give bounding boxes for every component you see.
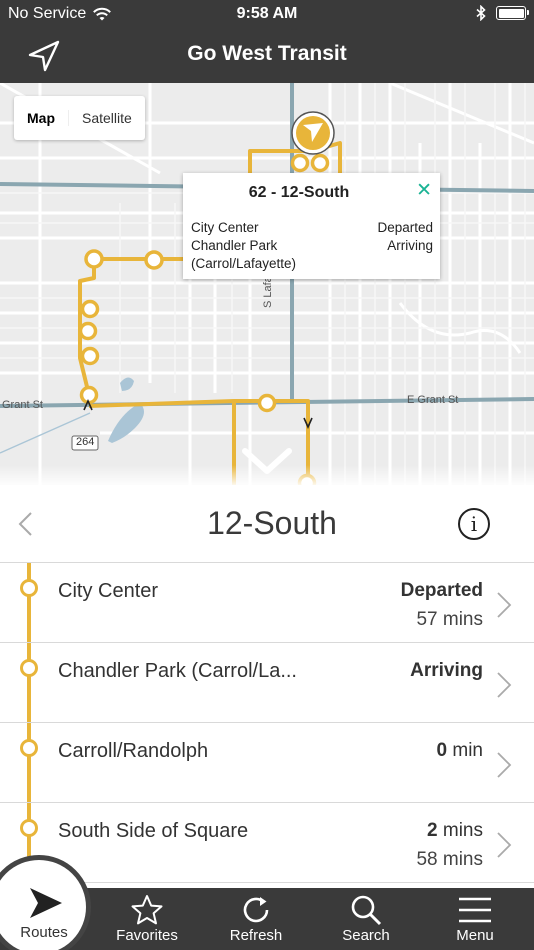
chevron-right-icon [497, 752, 512, 778]
tab-refresh[interactable]: Refresh [216, 888, 296, 950]
stop-status: 0 min [437, 740, 483, 762]
stop-name: Chandler Park (Carrol/La... [58, 660, 297, 682]
tab-menu-label: Menu [456, 927, 494, 944]
stop-status-unit: mins [437, 820, 483, 841]
list-item[interactable]: Carroll/Randolph 0 min [0, 723, 534, 803]
map-label-e-grant-st: E Grant St [407, 394, 459, 406]
status-bar: No Service 9:58 AM [0, 0, 534, 28]
refresh-icon [243, 897, 269, 923]
map-label-grant-st: Grant St [2, 399, 43, 411]
stop-list: City Center Departed 57 mins Chandler Pa… [0, 563, 534, 888]
stop-status-value: 0 [436, 740, 448, 761]
stop-dot [20, 739, 38, 757]
routes-arrow-icon [30, 888, 62, 918]
stop-dot [20, 819, 38, 837]
stop-eta: 58 mins [416, 849, 483, 870]
tab-favorites-label: Favorites [116, 927, 178, 944]
tab-search[interactable]: Search [326, 888, 406, 950]
map-view-button[interactable]: Map [14, 110, 68, 126]
stop-dot [20, 579, 38, 597]
route-header: 12-South i [0, 485, 534, 563]
hamburger-menu-icon [459, 897, 491, 923]
bluetooth-icon [476, 5, 486, 21]
map-fade [0, 465, 534, 485]
popup-stop-status: Departed [377, 220, 433, 235]
stop-status: Arriving [410, 660, 483, 682]
status-right [476, 5, 529, 21]
stop-status-value: 2 [427, 820, 438, 841]
popup-stop-status: Arriving [387, 238, 433, 253]
tab-search-label: Search [342, 927, 390, 944]
popup-stop-name: Chandler Park (Carrol/Lafayette) [191, 238, 297, 271]
chevron-right-icon [497, 672, 512, 698]
satellite-view-button[interactable]: Satellite [68, 110, 145, 126]
stop-status-unit: min [447, 740, 483, 761]
chevron-right-icon [497, 832, 512, 858]
stop-name: City Center [58, 580, 159, 602]
popup-row: City Center Departed [191, 219, 433, 237]
popup-title: 62 - 12-South [248, 184, 350, 201]
list-item[interactable]: South Side of Square 2 mins 58 mins [0, 803, 534, 883]
stop-name: South Side of Square [58, 820, 249, 842]
stop-dot [20, 659, 38, 677]
top-bar: No Service 9:58 AM Go West Transit [0, 0, 534, 83]
search-icon [351, 895, 382, 926]
route-title: 12-South [207, 505, 337, 541]
map-label-highway: 264 [76, 436, 95, 448]
stop-eta: 57 mins [416, 609, 483, 630]
vehicle-info-popup: 62 - 12-South ✕ City Center Departed Cha… [183, 173, 440, 279]
popup-row: Chandler Park (Carrol/Lafayette) Arrivin… [191, 237, 433, 273]
map-type-toggle: Map Satellite [14, 96, 145, 140]
list-item[interactable]: Chandler Park (Carrol/La... Arriving [0, 643, 534, 723]
route-map[interactable]: Grant St E Grant St S Lafayette 264 Map … [0, 83, 534, 485]
tab-refresh-label: Refresh [229, 927, 283, 944]
stop-status: Departed [401, 580, 483, 602]
tab-menu[interactable]: Menu [435, 888, 515, 950]
stop-status: 2 mins [427, 820, 483, 842]
info-icon[interactable]: i [458, 508, 490, 540]
popup-stop-name: City Center [191, 220, 259, 235]
battery-icon [496, 6, 529, 20]
star-icon [131, 895, 163, 925]
chevron-right-icon [497, 592, 512, 618]
tab-routes-label: Routes [20, 924, 68, 941]
stop-status-value: Arriving [410, 660, 483, 681]
tab-favorites[interactable]: Favorites [107, 888, 187, 950]
status-time: 9:58 AM [236, 5, 298, 22]
stop-status-value: Departed [400, 580, 483, 601]
close-icon[interactable]: ✕ [416, 179, 432, 202]
list-item[interactable]: City Center Departed 57 mins [0, 563, 534, 643]
app-title: Go West Transit [187, 42, 347, 65]
stop-name: Carroll/Randolph [58, 740, 209, 762]
